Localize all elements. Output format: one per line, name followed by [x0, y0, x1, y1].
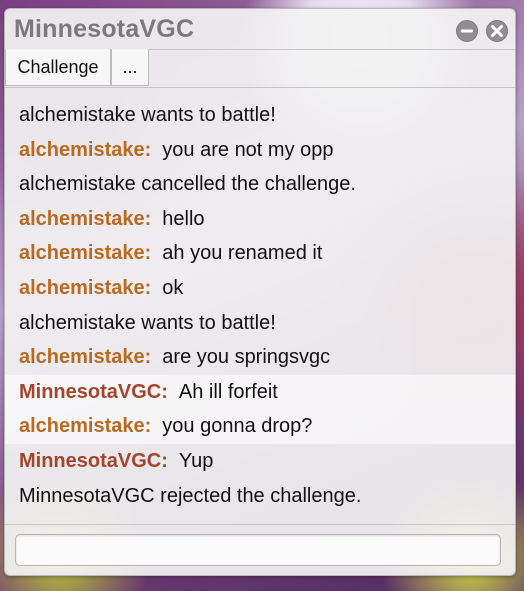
message-text: ah you renamed it [162, 242, 323, 265]
message-text: alchemistake wants to battle! [19, 311, 276, 334]
composer-area [5, 524, 515, 575]
message-username[interactable]: alchemistake: [19, 415, 151, 437]
chat-message: MinnesotaVGC: Yup [5, 444, 515, 479]
more-options-button[interactable]: ... [111, 49, 149, 86]
message-text: you gonna drop? [162, 415, 313, 438]
message-text: hello [162, 207, 205, 230]
minimize-icon [461, 29, 473, 33]
system-message: alchemistake cancelled the challenge. [5, 167, 515, 202]
chat-message: alchemistake: ah you renamed it [5, 236, 515, 271]
chat-message: alchemistake: you gonna drop? [5, 409, 515, 444]
window-titlebar[interactable]: MinnesotaVGC [5, 9, 515, 50]
minimize-button[interactable] [456, 20, 478, 42]
message-text: alchemistake cancelled the challenge. [19, 173, 356, 196]
message-text: alchemistake wants to battle! [19, 104, 276, 126]
message-username[interactable]: MinnesotaVGC: [19, 381, 168, 403]
chat-message: MinnesotaVGC: Ah ill forfeit [5, 374, 515, 410]
message-text: Ah ill forfeit [178, 380, 278, 403]
message-text: ok [162, 276, 184, 299]
challenge-button[interactable]: Challenge [5, 49, 111, 86]
system-message: MinnesotaVGC rejected the challenge. [5, 479, 515, 514]
desktop-background: { "window": { "title": "MinnesotaVGC", "… [0, 0, 524, 591]
message-text: you are not my opp [162, 138, 334, 161]
message-username[interactable]: alchemistake: [19, 139, 151, 161]
chat-message: alchemistake: you are not my opp [5, 133, 515, 168]
chat-message: alchemistake: are you springsvgc [5, 340, 515, 375]
challenge-bar: Challenge ... [5, 49, 515, 88]
message-username[interactable]: alchemistake: [19, 277, 151, 299]
chat-message: alchemistake: ok [5, 271, 515, 306]
message-username[interactable]: alchemistake: [19, 242, 151, 264]
window-title: MinnesotaVGC [14, 15, 195, 43]
chat-message: alchemistake: hello [5, 202, 515, 237]
message-text: Yup [178, 449, 214, 472]
chat-input[interactable] [15, 534, 501, 566]
message-text: MinnesotaVGC rejected the challenge. [19, 484, 362, 507]
close-button[interactable] [486, 20, 508, 42]
system-message: alchemistake wants to battle! [5, 98, 515, 133]
message-username[interactable]: alchemistake: [19, 346, 151, 368]
system-message: alchemistake wants to battle! [5, 306, 515, 341]
chat-log[interactable]: alchemistake wants to battle! alchemistak… [5, 98, 515, 524]
message-username[interactable]: MinnesotaVGC: [19, 450, 168, 472]
close-icon [491, 25, 503, 37]
message-text: are you springsvgc [162, 346, 331, 369]
message-username[interactable]: alchemistake: [19, 208, 151, 230]
pm-window: MinnesotaVGC Challenge ... alchemistake … [4, 8, 516, 576]
